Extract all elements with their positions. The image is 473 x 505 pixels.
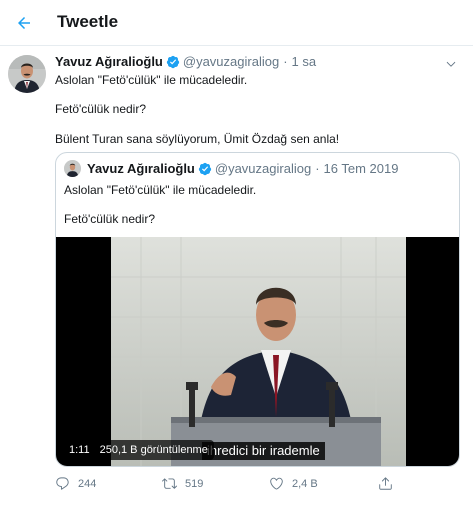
- author-name[interactable]: Yavuz Ağıralioğlu: [55, 54, 163, 69]
- header-bar: Tweetle: [0, 0, 473, 46]
- quoted-author-handle: @yavuzagiraliog: [214, 161, 312, 176]
- retweet-icon: [162, 478, 177, 489]
- video-thumbnail: [111, 237, 406, 466]
- quoted-tweet[interactable]: Yavuz Ağıralioğlu @yavuzagiraliog · 16 T…: [55, 152, 460, 467]
- quoted-avatar: [64, 160, 81, 177]
- back-arrow-icon: [18, 17, 30, 29]
- page-title: Tweetle: [57, 12, 119, 31]
- reply-icon: [56, 477, 69, 490]
- avatar[interactable]: [8, 55, 46, 93]
- like-button[interactable]: 2,4 B: [269, 476, 318, 491]
- video-player[interactable]: ihredici bir irademle 1:11 250,1 B görün…: [56, 237, 459, 466]
- video-info-badge: 1:11 250,1 B görüntülenme: [63, 440, 214, 460]
- tweet-text-line-1: Aslolan "Fetö'cülük" ile mücadeledir.: [55, 73, 248, 87]
- caret-down-icon: [446, 61, 456, 67]
- more-options-button[interactable]: [445, 57, 457, 75]
- author-handle[interactable]: @yavuzagiraliog: [183, 54, 279, 69]
- separator-dot: ·: [315, 161, 320, 176]
- separator-dot: ·: [283, 54, 288, 69]
- like-icon: [270, 477, 283, 490]
- quoted-author-line: Yavuz Ağıralioğlu @yavuzagiraliog · 16 T…: [64, 160, 398, 177]
- quoted-text-line-2: Fetö'cülük nedir?: [64, 212, 156, 226]
- quoted-date: 16 Tem 2019: [323, 161, 399, 176]
- tweet-text-line-3: Bülent Turan sana söylüyorum, Ümit Özdağ…: [55, 132, 340, 146]
- video-subtitle: ihredici bir irademle: [202, 442, 325, 460]
- retweet-count: 519: [185, 477, 204, 490]
- like-count: 2,4 B: [292, 477, 318, 490]
- share-button[interactable]: [378, 476, 393, 491]
- author-line: Yavuz Ağıralioğlu @yavuzagiraliog · 1 sa: [55, 54, 316, 69]
- tweet-actions: 244 519 2,4 B: [55, 476, 455, 496]
- tweet: Yavuz Ağıralioğlu @yavuzagiraliog · 1 sa…: [0, 46, 473, 505]
- share-icon: [379, 477, 392, 490]
- tweet-text-line-2: Fetö'cülük nedir?: [55, 102, 147, 116]
- reply-button[interactable]: 244: [55, 476, 96, 491]
- retweet-button[interactable]: 519: [162, 476, 203, 491]
- video-duration: 1:11: [69, 444, 90, 456]
- reply-count: 244: [78, 477, 97, 490]
- quoted-author-name: Yavuz Ağıralioğlu: [87, 161, 195, 176]
- back-button[interactable]: [10, 9, 38, 37]
- verified-icon: [166, 55, 180, 69]
- tweet-time[interactable]: 1 sa: [292, 54, 317, 69]
- video-views: 250,1 B görüntülenme: [99, 444, 208, 456]
- verified-icon: [198, 162, 212, 176]
- quoted-text-line-1: Aslolan "Fetö'cülük" ile mücadeledir.: [64, 183, 257, 197]
